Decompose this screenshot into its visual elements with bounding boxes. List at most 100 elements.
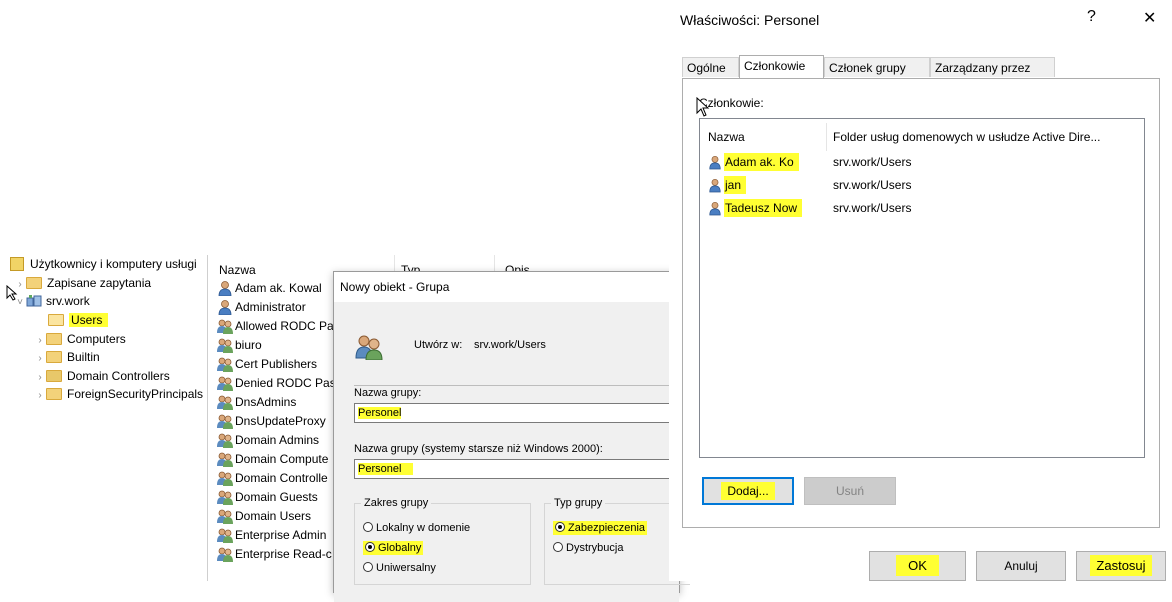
list-item[interactable]: Enterprise Admin	[217, 526, 326, 545]
list-item-label: DnsUpdateProxy	[235, 414, 326, 428]
group-icon	[217, 509, 233, 524]
tree-item-builtin[interactable]: › Builtin	[34, 348, 99, 368]
tree-item-saved-queries[interactable]: › Zapisane zapytania	[14, 274, 151, 292]
add-button[interactable]: Dodaj...	[702, 477, 794, 505]
ok-button[interactable]: OK	[869, 551, 966, 581]
remove-button[interactable]: Usuń	[804, 477, 896, 505]
group-icon	[355, 335, 383, 360]
list-item[interactable]: Cert Publishers	[217, 355, 317, 374]
new-group-dialog: Nowy obiekt - Grupa Utwórz w: srv.work/U…	[333, 271, 690, 602]
list-item[interactable]: Domain Users	[217, 507, 311, 526]
radio-label: Uniwersalny	[376, 562, 436, 574]
tree-item-domain[interactable]: ˅ srv.work	[14, 292, 90, 310]
radio-selected-icon	[365, 542, 375, 553]
apply-button[interactable]: Zastosuj	[1076, 551, 1166, 581]
cancel-button[interactable]: Anuluj	[976, 551, 1066, 581]
member-folder: srv.work/Users	[833, 201, 912, 215]
list-item[interactable]: Domain Compute	[217, 450, 328, 469]
list-item[interactable]: Enterprise Read-c	[217, 545, 332, 564]
list-item-label: Domain Users	[235, 509, 312, 523]
user-icon	[709, 178, 721, 193]
scope-radio-universal[interactable]: Uniwersalny	[363, 560, 436, 576]
chevron-right-icon[interactable]: ›	[34, 350, 46, 368]
members-list[interactable]: Nazwa Folder usług domenowych w usłudze …	[699, 118, 1145, 458]
user-icon	[709, 155, 721, 170]
column-divider[interactable]	[826, 123, 827, 151]
console-tree: Użytkownicy i komputery usługi › Zapisane…	[0, 255, 208, 581]
chevron-right-icon[interactable]: ›	[34, 387, 46, 405]
type-radio-distribution[interactable]: Dystrybucja	[553, 540, 623, 556]
group-icon	[217, 357, 233, 372]
tree-item-foreign-security-principals[interactable]: › ForeignSecurityPrincipals	[34, 385, 203, 403]
tree-item-label: Users	[69, 313, 109, 327]
tree-item-label: Computers	[67, 332, 126, 346]
radio-icon	[363, 522, 373, 533]
dialog-title: Nowy obiekt - Grupa	[340, 280, 450, 294]
tree-item-domain-controllers[interactable]: › Domain Controllers	[34, 367, 170, 385]
group-type-label: Typ grupy	[551, 497, 606, 509]
group-icon	[217, 452, 233, 467]
list-item[interactable]: Adam ak. Kowal	[217, 279, 322, 298]
radio-label: Globalny	[378, 542, 422, 554]
ou-folder-icon	[46, 369, 62, 382]
list-item[interactable]: Domain Controlle	[217, 469, 328, 488]
member-name: jan	[724, 176, 747, 194]
list-item[interactable]: DnsUpdateProxy	[217, 412, 326, 431]
highlight: Globalny	[363, 541, 424, 555]
legacy-name-input[interactable]: Personel	[354, 459, 679, 479]
column-header-folder[interactable]: Folder usług domenowych w usłudze Active…	[833, 129, 1100, 145]
member-name: Tadeusz Now	[724, 199, 803, 217]
member-row[interactable]: Adam ak. Ko srv.work/Users	[708, 151, 1138, 173]
list-item-label: Domain Guests	[235, 490, 318, 504]
tab-member-of[interactable]: Członek grupy	[824, 57, 930, 77]
pane-divider[interactable]	[207, 255, 208, 581]
list-item[interactable]: DnsAdmins	[217, 393, 296, 412]
folder-icon	[46, 387, 62, 400]
close-button[interactable]: ✕	[1143, 8, 1156, 28]
list-item-label: biuro	[235, 338, 262, 352]
group-name-input[interactable]: Personel	[354, 403, 679, 423]
scope-radio-global[interactable]: Globalny	[363, 540, 424, 556]
help-button[interactable]: ?	[1087, 8, 1096, 26]
group-name-label: Nazwa grupy:	[354, 387, 422, 399]
list-item[interactable]: biuro	[217, 336, 262, 355]
domain-icon	[26, 294, 42, 307]
scope-radio-domain-local[interactable]: Lokalny w domenie	[363, 520, 470, 536]
column-header-name[interactable]: Nazwa	[708, 129, 745, 145]
ok-button-label: OK	[896, 555, 939, 576]
tab-general[interactable]: Ogólne	[682, 57, 739, 77]
radio-selected-icon	[555, 522, 565, 533]
tab-members[interactable]: Członkowie	[739, 55, 824, 78]
radio-icon	[363, 562, 373, 573]
create-in-label: Utwórz w:	[414, 339, 463, 351]
list-item[interactable]: Denied RODC Pas	[217, 374, 336, 393]
member-row[interactable]: jan srv.work/Users	[708, 174, 1138, 196]
list-item-label: Cert Publishers	[235, 357, 318, 371]
tree-root-label: Użytkownicy i komputery usługi	[30, 257, 197, 271]
add-button-label: Dodaj...	[721, 482, 775, 500]
user-icon	[218, 299, 232, 315]
list-item[interactable]: Allowed RODC Pa	[217, 317, 334, 336]
separator	[354, 385, 674, 386]
group-name-value: Personel	[358, 407, 402, 419]
column-header-name[interactable]: Nazwa	[219, 261, 256, 279]
type-radio-security[interactable]: Zabezpieczenia	[553, 520, 648, 536]
list-item-label: Adam ak. Kowal	[235, 281, 322, 295]
list-item[interactable]: Domain Guests	[217, 488, 318, 507]
list-item[interactable]: Domain Admins	[217, 431, 319, 450]
group-icon	[217, 338, 233, 353]
tree-item-label: Domain Controllers	[67, 369, 170, 383]
mouse-cursor-icon	[6, 285, 18, 301]
list-item[interactable]: Administrator	[217, 298, 306, 317]
tree-root[interactable]: Użytkownicy i komputery usługi	[10, 255, 197, 273]
list-item-label: Domain Compute	[235, 452, 329, 466]
list-item-label: Domain Controlle	[235, 471, 328, 485]
tree-item-computers[interactable]: › Computers	[34, 330, 126, 348]
member-row[interactable]: Tadeusz Now srv.work/Users	[708, 197, 1138, 219]
tree-item-users[interactable]: Users	[48, 311, 109, 329]
list-item-label: Allowed RODC Pa	[235, 319, 334, 333]
member-folder: srv.work/Users	[833, 155, 912, 169]
create-in-value: srv.work/Users	[474, 339, 546, 351]
tab-managed-by[interactable]: Zarządzany przez	[930, 57, 1055, 77]
group-icon	[217, 395, 233, 410]
